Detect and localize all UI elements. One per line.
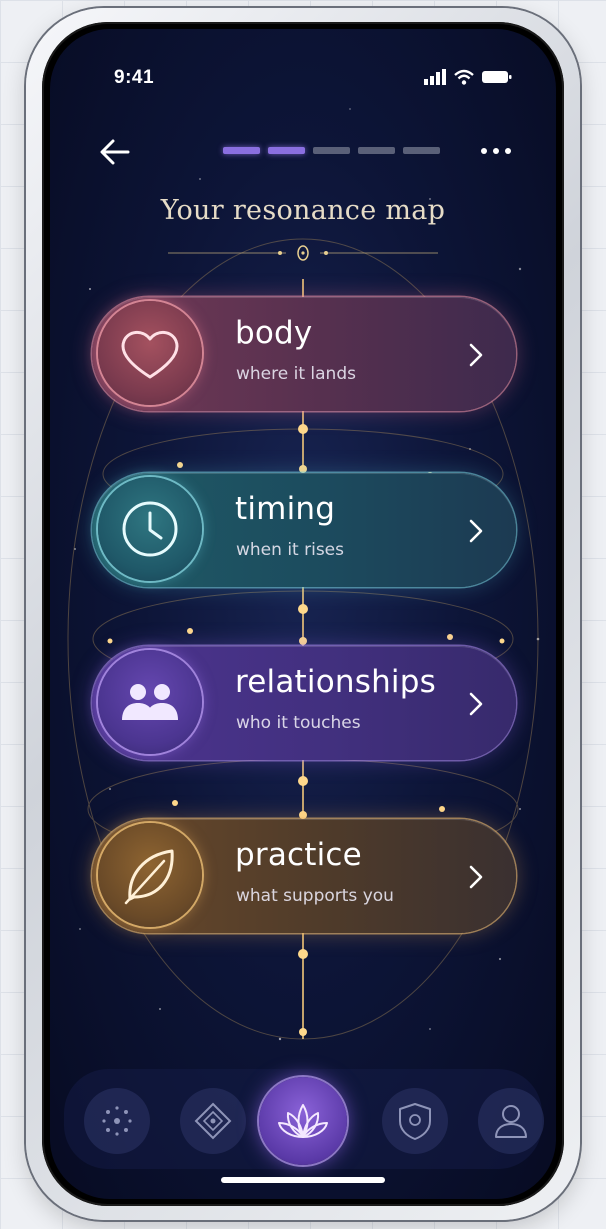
phone-bezel: 9:41 Your resonance map body where it la… <box>42 22 564 1206</box>
chevron-right-icon <box>469 865 483 889</box>
progress-step-3 <box>313 147 350 154</box>
tab-protection[interactable] <box>382 1088 448 1154</box>
tab-home[interactable] <box>259 1077 347 1165</box>
step-progress-indicator <box>223 147 440 154</box>
wifi-icon <box>454 69 474 85</box>
card-timing-subtitle: when it rises <box>236 540 344 560</box>
heart-icon <box>121 331 179 379</box>
profile-icon <box>495 1105 527 1138</box>
card-relationships-title: relationships <box>235 664 436 700</box>
shield-heart-icon <box>399 1103 431 1140</box>
battery-icon <box>482 71 512 83</box>
progress-step-1 <box>223 147 260 154</box>
card-relationships-icon-badge <box>98 650 202 754</box>
title-ornament-icon <box>168 245 438 261</box>
card-practice-subtitle: what supports you <box>236 886 394 906</box>
chevron-right-icon <box>469 343 483 367</box>
tab-explore[interactable] <box>84 1088 150 1154</box>
leaf-icon <box>124 849 174 905</box>
signal-icon <box>424 69 446 85</box>
page-title: Your resonance map <box>160 195 446 226</box>
card-body[interactable]: body where it lands <box>92 297 516 411</box>
card-timing[interactable]: timing when it rises <box>92 473 516 587</box>
people-icon <box>122 684 178 720</box>
tab-compass[interactable] <box>180 1088 246 1154</box>
card-relationships-subtitle: who it touches <box>236 713 361 733</box>
clock-icon <box>122 501 178 557</box>
card-body-icon-badge <box>98 301 202 405</box>
card-timing-icon-badge <box>98 477 202 581</box>
tab-profile[interactable] <box>478 1088 544 1154</box>
compass-diamond-icon <box>194 1102 232 1140</box>
chevron-right-icon <box>469 692 483 716</box>
card-practice-title: practice <box>235 837 362 873</box>
progress-step-2 <box>268 147 305 154</box>
chevron-right-icon <box>469 519 483 543</box>
bottom-tab-bar <box>64 1069 544 1169</box>
home-indicator[interactable] <box>221 1177 385 1183</box>
progress-step-4 <box>358 147 395 154</box>
card-relationships[interactable]: relationships who it touches <box>92 646 516 760</box>
status-time: 9:41 <box>114 67 155 88</box>
card-practice-icon-badge <box>98 823 202 927</box>
card-practice[interactable]: practice what supports you <box>92 819 516 933</box>
app-screen: 9:41 Your resonance map body where it la… <box>50 29 556 1199</box>
card-body-title: body <box>235 315 313 351</box>
status-icons <box>424 69 512 85</box>
card-body-subtitle: where it lands <box>236 364 356 384</box>
lotus-icon <box>278 1104 328 1138</box>
back-arrow-icon[interactable] <box>98 137 132 167</box>
card-timing-title: timing <box>235 491 336 527</box>
status-bar: 9:41 <box>50 29 556 89</box>
progress-step-5 <box>403 147 440 154</box>
sparkle-cluster-icon <box>102 1106 132 1136</box>
more-options-icon[interactable] <box>476 141 516 161</box>
phone-frame: 9:41 Your resonance map body where it la… <box>26 8 580 1220</box>
